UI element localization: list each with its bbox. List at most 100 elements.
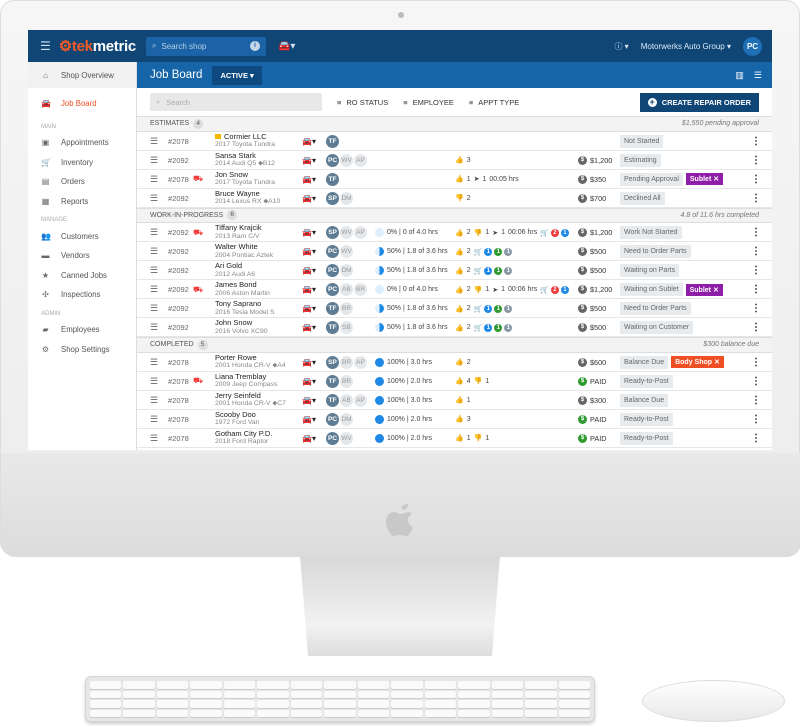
- sidebar-item-shop-settings[interactable]: ⚙ Shop Settings: [28, 339, 136, 359]
- table-row[interactable]: ☰ #2078 ⛟ Liana Tremblay 2009 Jeep Compass 🚘▾…: [137, 372, 772, 391]
- customer-cell[interactable]: Jon Snow 2017 Toyota Tundra: [215, 170, 275, 189]
- more-options-icon[interactable]: ⋮: [751, 280, 761, 299]
- vehicle-menu-icon[interactable]: 🚘▾: [302, 318, 316, 337]
- drag-handle-icon[interactable]: ☰: [150, 299, 158, 318]
- drag-handle-icon[interactable]: ☰: [150, 410, 158, 429]
- customer-cell[interactable]: Liana Tremblay 2009 Jeep Compass: [215, 372, 277, 391]
- vehicle-menu-icon[interactable]: 🚘▾: [302, 410, 316, 429]
- tech-avatar[interactable]: AP: [354, 153, 367, 167]
- create-repair-order-button[interactable]: + CREATE REPAIR ORDER: [639, 92, 759, 112]
- tech-avatar[interactable]: PC: [326, 283, 339, 296]
- sidebar-item-inspections[interactable]: ✣ Inspections: [28, 285, 136, 305]
- more-options-icon[interactable]: ⋮: [751, 429, 761, 448]
- filter-employee[interactable]: ≡ EMPLOYEE: [403, 98, 454, 107]
- tech-avatar[interactable]: WV: [340, 245, 353, 258]
- info-icon[interactable]: i: [249, 41, 260, 51]
- tech-avatar[interactable]: TF: [326, 321, 339, 334]
- sidebar-item-inventory[interactable]: 🛒 Inventory: [28, 153, 136, 173]
- table-row[interactable]: ☰ #2078 Jerry Seinfeld 2001 Honda CR-V ⬥C7 🚘…: [137, 391, 772, 410]
- vehicle-menu-icon[interactable]: 🚘▾: [302, 299, 316, 318]
- customer-cell[interactable]: Bruce Wayne 2014 Lexus RX ⬥A10: [215, 189, 280, 208]
- table-row[interactable]: ☰ #2092 John Snow 2016 Volvo XC90 🚘▾ TF SB 50% …: [137, 318, 772, 337]
- status-badge[interactable]: Estimating: [620, 153, 661, 167]
- status-badge[interactable]: Need to Order Parts: [620, 245, 691, 258]
- vehicle-dropdown-icon[interactable]: 🚘▾: [278, 41, 295, 52]
- sidebar-item-vendors[interactable]: ▬ Vendors: [28, 246, 136, 266]
- vehicle-menu-icon[interactable]: 🚘▾: [302, 429, 316, 448]
- sidebar-item-employees[interactable]: ▰ Employees: [28, 320, 136, 340]
- drag-handle-icon[interactable]: ☰: [150, 170, 158, 189]
- more-options-icon[interactable]: ⋮: [751, 261, 761, 280]
- ro-number[interactable]: #2078: [168, 372, 189, 391]
- job-search-input[interactable]: ⌕ Search: [150, 93, 322, 111]
- drag-handle-icon[interactable]: ☰: [150, 318, 158, 337]
- filter-appt-type[interactable]: ≡ APPT TYPE: [469, 98, 519, 107]
- customer-cell[interactable]: Walter White 2004 Pontiac Aztek: [215, 242, 273, 261]
- sidebar-item-customers[interactable]: 👥 Customers: [28, 226, 136, 246]
- ro-number[interactable]: #2092: [168, 223, 189, 242]
- ro-number[interactable]: #2092: [168, 280, 189, 299]
- help-icon[interactable]: ⓘ ▾: [614, 41, 628, 52]
- customer-cell[interactable]: Porter Rowe 2001 Honda CR-V ⬥A4: [215, 353, 286, 372]
- tech-avatar[interactable]: TF: [326, 374, 339, 388]
- more-options-icon[interactable]: ⋮: [751, 242, 761, 261]
- more-options-icon[interactable]: ⋮: [751, 372, 761, 391]
- vehicle-menu-icon[interactable]: 🚘▾: [302, 151, 316, 170]
- drag-handle-icon[interactable]: ☰: [150, 372, 158, 391]
- table-row[interactable]: ☰ #2078 Cormier LLC 2017 Toyota Tundra 🚘▾ TF N…: [137, 132, 772, 151]
- more-options-icon[interactable]: ⋮: [751, 353, 761, 372]
- table-row[interactable]: ☰ #2078 Porter Rowe 2001 Honda CR-V ⬥A4 🚘▾ SP…: [137, 353, 772, 372]
- tekmetric-logo[interactable]: ⚙tekmetric: [59, 37, 136, 55]
- drag-handle-icon[interactable]: ☰: [150, 429, 158, 448]
- tech-avatar[interactable]: AP: [354, 226, 367, 239]
- tech-avatar[interactable]: DM: [340, 191, 353, 205]
- tech-avatar[interactable]: AP: [354, 355, 367, 369]
- drag-handle-icon[interactable]: ☰: [150, 242, 158, 261]
- tech-avatar[interactable]: TF: [326, 134, 339, 148]
- filter-ro-status[interactable]: ≡ RO STATUS: [337, 98, 388, 107]
- table-row[interactable]: ☰ #2078 Gotham City P.D. 2018 Ford Raptor 🚘▾…: [137, 429, 772, 448]
- vehicle-menu-icon[interactable]: 🚘▾: [302, 223, 316, 242]
- customer-cell[interactable]: James Bond 2006 Aston Martin: [215, 280, 270, 299]
- tech-avatar[interactable]: SP: [326, 355, 339, 369]
- drag-handle-icon[interactable]: ☰: [150, 280, 158, 299]
- status-badge[interactable]: Balance Due: [620, 355, 669, 369]
- tech-avatar[interactable]: TF: [326, 172, 339, 186]
- sidebar-item-job-board[interactable]: 🚘 Job Board: [28, 88, 136, 118]
- ro-number[interactable]: #2092: [168, 151, 189, 170]
- status-badge[interactable]: Need to Order Parts: [620, 302, 691, 315]
- table-row[interactable]: ☰ #2092 Sansa Stark 2014 Audi Q5 ⬥B12 🚘▾ PC WV…: [137, 151, 772, 170]
- table-row[interactable]: ☰ #2078 Scooby Doo 1972 Ford Van 🚘▾ PC DM 100% …: [137, 410, 772, 429]
- status-badge[interactable]: Pending Approval: [620, 172, 683, 186]
- tech-avatar[interactable]: BR: [354, 283, 367, 296]
- drag-handle-icon[interactable]: ☰: [150, 261, 158, 280]
- drag-handle-icon[interactable]: ☰: [150, 132, 158, 151]
- customer-cell[interactable]: John Snow 2016 Volvo XC90: [215, 318, 268, 337]
- table-row[interactable]: ☰ #2092 ⛟ Tiffany Krajcik 2013 Ram C/V 🚘▾ SP WV…: [137, 223, 772, 242]
- drag-handle-icon[interactable]: ☰: [150, 223, 158, 242]
- table-row[interactable]: ☰ #2092 ⛟ James Bond 2006 Aston Martin 🚘▾ PC AB…: [137, 280, 772, 299]
- tech-avatar[interactable]: AP: [354, 393, 367, 407]
- table-row[interactable]: ☰ #2092 Ari Gold 2012 Audi A6 🚘▾ PC DM 50% | 1.…: [137, 261, 772, 280]
- customer-cell[interactable]: Jerry Seinfeld 2001 Honda CR-V ⬥C7: [215, 391, 286, 410]
- customer-cell[interactable]: Tiffany Krajcik 2013 Ram C/V: [215, 223, 262, 242]
- tech-avatar[interactable]: DM: [340, 412, 353, 426]
- active-filter-dropdown[interactable]: ACTIVE ▾: [212, 65, 262, 85]
- status-badge[interactable]: Declined All: [620, 191, 665, 205]
- table-row[interactable]: ☰ #2092 Walter White 2004 Pontiac Aztek 🚘▾ PC…: [137, 242, 772, 261]
- drag-handle-icon[interactable]: ☰: [150, 353, 158, 372]
- board-view-icon[interactable]: ▥: [735, 70, 744, 81]
- ro-number[interactable]: #2078: [168, 391, 189, 410]
- more-options-icon[interactable]: ⋮: [751, 223, 761, 242]
- customer-cell[interactable]: Sansa Stark 2014 Audi Q5 ⬥B12: [215, 151, 275, 170]
- more-options-icon[interactable]: ⋮: [751, 299, 761, 318]
- tech-avatar[interactable]: TF: [326, 302, 339, 315]
- more-options-icon[interactable]: ⋮: [751, 189, 761, 208]
- sidebar-item-appointments[interactable]: ▣ Appointments: [28, 133, 136, 153]
- label-tag[interactable]: Sublet ✕: [685, 173, 724, 185]
- ro-number[interactable]: #2092: [168, 242, 189, 261]
- tech-avatar[interactable]: BR: [340, 302, 353, 315]
- list-view-icon[interactable]: ☰: [754, 70, 762, 81]
- drag-handle-icon[interactable]: ☰: [150, 151, 158, 170]
- tech-avatar[interactable]: BR: [340, 374, 353, 388]
